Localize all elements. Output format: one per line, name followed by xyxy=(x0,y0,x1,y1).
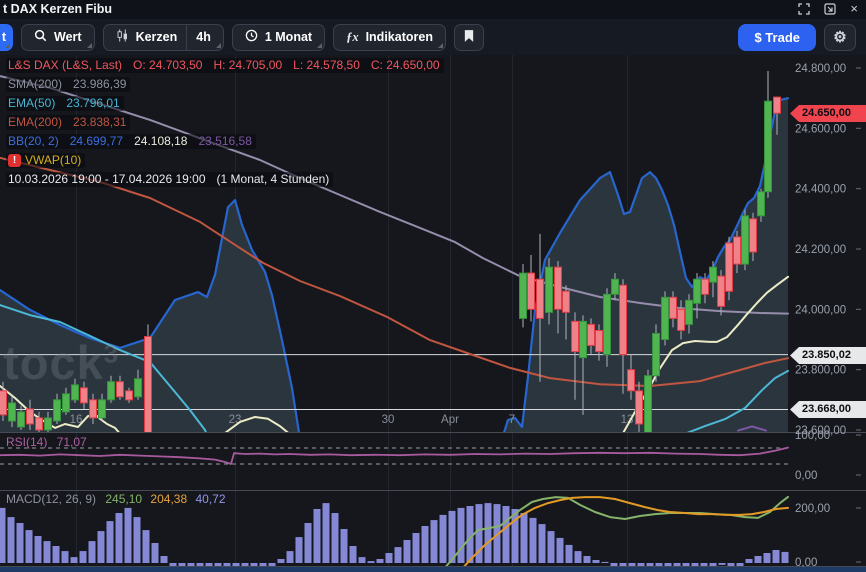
svg-text:30: 30 xyxy=(382,414,395,426)
gear-icon: ⚙ xyxy=(833,28,846,46)
kerzen-label: Kerzen xyxy=(136,30,178,44)
svg-text:24.400,00: 24.400,00 xyxy=(795,184,846,196)
macd-value: 245,10 xyxy=(105,492,142,506)
svg-text:7: 7 xyxy=(509,414,515,426)
legend-row-ema200[interactable]: EMA(200) 23.838,31 xyxy=(6,115,444,130)
timeframe-label: (1 Monat, 4 Stunden) xyxy=(217,173,330,186)
svg-text:Apr: Apr xyxy=(441,414,459,426)
toolbar: t Wert Kerzen 4h 1 Monat ƒx Indikatoren xyxy=(0,19,866,55)
window-title: t DAX Kerzen Fibu xyxy=(3,2,112,16)
macd-hist-value: 40,72 xyxy=(195,492,225,506)
svg-text:23: 23 xyxy=(229,414,242,426)
legend-row-instrument[interactable]: L&S DAX (L&S, Last) O: 24.703,50 H: 24.7… xyxy=(6,58,444,73)
svg-text:23.800,00: 23.800,00 xyxy=(795,365,846,377)
svg-text:100,00: 100,00 xyxy=(795,430,830,442)
bookmark-icon xyxy=(464,30,474,45)
rsi-value: 71,07 xyxy=(57,435,87,449)
legend-row-ema50[interactable]: EMA(50) 23.796,01 xyxy=(6,96,444,111)
clock-icon xyxy=(245,29,258,45)
titlebar: t DAX Kerzen Fibu × xyxy=(0,0,866,19)
rsi-pane-label[interactable]: RSI(14) 71,07 xyxy=(6,435,87,449)
instrument-name: L&S DAX (L&S, Last) xyxy=(8,59,122,72)
interval-label[interactable]: 4h xyxy=(196,30,211,44)
price-level-tag-2[interactable]: 23.668,00 xyxy=(790,401,866,418)
corner-fold xyxy=(438,43,443,48)
search-icon xyxy=(34,29,47,45)
price-level-tag-1[interactable]: 23.850,02 xyxy=(790,347,866,364)
divider xyxy=(186,25,187,50)
fullscreen-icon[interactable] xyxy=(798,3,810,15)
ohlc-open: O: 24.703,50 xyxy=(133,59,202,72)
svg-text:24.200,00: 24.200,00 xyxy=(795,244,846,256)
legend-row-vwap[interactable]: ! VWAP(10) xyxy=(6,153,444,168)
settings-button[interactable]: ⚙ xyxy=(824,24,856,51)
svg-text:24.800,00: 24.800,00 xyxy=(795,63,846,75)
close-icon[interactable]: × xyxy=(850,3,858,15)
clipped-left-button[interactable]: t xyxy=(0,24,13,51)
trade-label: $ Trade xyxy=(754,30,800,45)
wert-button[interactable]: Wert xyxy=(21,24,95,51)
range-button[interactable]: 1 Monat xyxy=(232,24,325,51)
chart-legend: L&S DAX (L&S, Last) O: 24.703,50 H: 24.7… xyxy=(6,58,444,191)
last-price-tag: 24.650,00 xyxy=(790,105,866,122)
legend-row-daterange: 10.03.2026 19:00 - 17.04.2026 19:00 (1 M… xyxy=(6,172,444,187)
range-label: 1 Monat xyxy=(265,30,312,44)
corner-fold xyxy=(216,43,221,48)
wert-label: Wert xyxy=(54,30,82,44)
corner-fold xyxy=(87,43,92,48)
chart-area: 162330Apr71324.800,0024.600,0024.400,002… xyxy=(0,55,866,568)
ohlc-close: C: 24.650,00 xyxy=(371,59,440,72)
legend-row-bb[interactable]: BB(20, 2) 24.699,77 24.108,18 23.516,58 xyxy=(6,134,444,149)
macd-pane-label[interactable]: MACD(12, 26, 9) 245,10 204,38 40,72 xyxy=(6,492,226,506)
macd-signal-value: 204,38 xyxy=(150,492,187,506)
svg-text:24.000,00: 24.000,00 xyxy=(795,304,846,316)
fx-icon: ƒx xyxy=(346,30,359,45)
warning-icon: ! xyxy=(8,154,21,167)
corner-fold xyxy=(317,43,322,48)
svg-text:24.600,00: 24.600,00 xyxy=(795,123,846,135)
legend-row-sma200[interactable]: SMA(200) 23.986,39 xyxy=(6,77,444,92)
bookmark-button[interactable] xyxy=(454,24,484,51)
trade-button[interactable]: $ Trade xyxy=(738,24,816,51)
indicators-button[interactable]: ƒx Indikatoren xyxy=(333,24,446,51)
bottom-window-edge xyxy=(0,567,866,572)
ohlc-low: L: 24.578,50 xyxy=(293,59,360,72)
kerzen-interval-button[interactable]: Kerzen 4h xyxy=(103,24,224,51)
svg-text:0,00: 0,00 xyxy=(795,470,817,482)
ohlc-high: H: 24.705,00 xyxy=(213,59,282,72)
svg-text:200,00: 200,00 xyxy=(795,503,830,515)
candlestick-icon xyxy=(116,29,129,45)
date-range: 10.03.2026 19:00 - 17.04.2026 19:00 xyxy=(8,173,206,186)
indicators-label: Indikatoren xyxy=(366,30,433,44)
corner-fold xyxy=(5,43,10,48)
popout-icon[interactable] xyxy=(824,3,836,15)
